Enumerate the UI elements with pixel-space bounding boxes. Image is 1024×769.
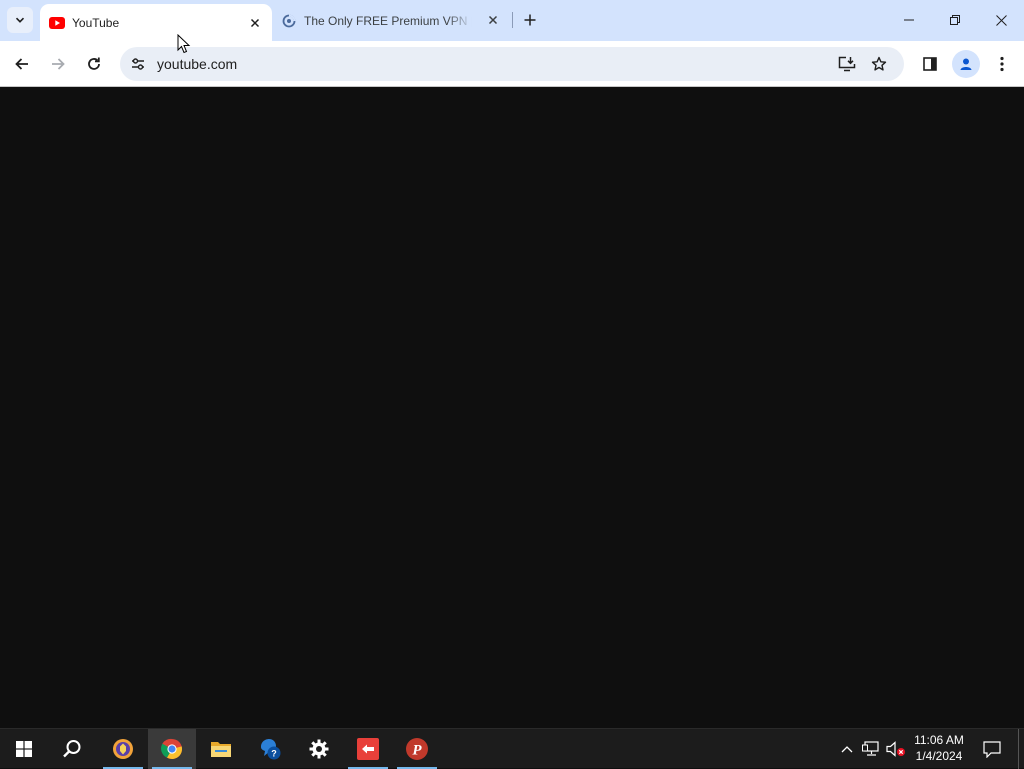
file-explorer-icon <box>211 742 231 757</box>
tab-psiphon[interactable]: The Only FREE Premium VPN | Psiphon <box>272 0 512 41</box>
address-bar[interactable]: youtube.com <box>120 47 904 81</box>
close-window-button[interactable] <box>978 0 1024 40</box>
restore-icon <box>950 15 960 25</box>
svg-text:?: ? <box>271 749 277 759</box>
close-icon <box>250 18 260 27</box>
taskbar-file-explorer[interactable] <box>197 729 245 769</box>
chevron-up-icon <box>841 746 853 753</box>
bookmark-button[interactable] <box>867 52 891 76</box>
svg-text:P: P <box>412 743 422 759</box>
star-icon <box>871 56 887 71</box>
taskbar-psiphon[interactable]: P <box>393 729 441 769</box>
network-icon <box>862 741 879 756</box>
install-app-icon <box>838 56 856 72</box>
tab-strip: YouTube The Only FREE Premium VPN | Psip… <box>0 0 1024 41</box>
app-icon <box>357 738 379 760</box>
minimize-icon <box>904 19 914 21</box>
search-icon <box>63 740 81 758</box>
tab-search-button[interactable] <box>7 7 33 33</box>
profile-button[interactable] <box>952 50 980 78</box>
back-button[interactable] <box>8 50 36 78</box>
network-button[interactable] <box>860 729 882 769</box>
url-text[interactable]: youtube.com <box>157 56 237 72</box>
tune-icon <box>132 58 144 70</box>
psiphon-loading-icon <box>281 13 297 29</box>
vpn-app-icon <box>113 739 133 759</box>
kebab-menu-icon <box>1000 56 1004 72</box>
restore-button[interactable] <box>932 0 978 40</box>
youtube-icon <box>49 15 65 31</box>
taskbar-app[interactable] <box>344 729 392 769</box>
browser-toolbar: youtube.com <box>0 41 1024 87</box>
chrome-icon <box>161 738 183 760</box>
page-viewport[interactable] <box>0 88 1024 728</box>
volume-button[interactable] <box>884 729 908 769</box>
site-info-button[interactable] <box>126 52 150 76</box>
mouse-cursor-icon <box>177 34 191 54</box>
taskbar-chrome[interactable] <box>148 729 196 769</box>
tab-title: YouTube <box>72 15 120 30</box>
clock-date: 1/4/2024 <box>915 749 963 763</box>
plus-icon <box>524 14 536 26</box>
show-desktop-button[interactable] <box>1018 729 1019 769</box>
minimize-button[interactable] <box>886 0 932 40</box>
taskbar: ? P 11:06 AM 1/4/2024 <box>0 728 1024 769</box>
menu-button[interactable] <box>988 50 1016 78</box>
psiphon-icon: P <box>406 738 428 760</box>
settings-icon <box>309 739 329 759</box>
taskbar-settings[interactable] <box>295 729 343 769</box>
start-button[interactable] <box>0 729 48 769</box>
taskbar-search-button[interactable] <box>48 729 96 769</box>
show-hidden-icons-button[interactable] <box>836 729 858 769</box>
chevron-down-icon <box>15 17 25 23</box>
install-app-button[interactable] <box>835 52 859 76</box>
taskbar-clock[interactable]: 11:06 AM 1/4/2024 <box>910 732 968 766</box>
action-center-button[interactable] <box>978 729 1006 769</box>
side-panel-icon <box>923 57 937 71</box>
tab-youtube[interactable]: YouTube <box>40 4 272 41</box>
forward-button[interactable] <box>44 50 72 78</box>
close-tab-button[interactable] <box>246 14 264 32</box>
tab-separator <box>512 12 513 28</box>
profile-icon <box>960 58 972 70</box>
close-icon <box>488 15 498 25</box>
arrow-left-icon <box>15 58 28 70</box>
tab-title: The Only FREE Premium VPN | Psiphon <box>304 13 472 28</box>
notification-icon <box>983 740 1001 758</box>
close-icon <box>995 14 1007 26</box>
close-tab-button[interactable] <box>484 11 502 29</box>
taskbar-help[interactable]: ? <box>246 729 294 769</box>
taskbar-vpn-app[interactable] <box>99 729 147 769</box>
side-panel-button[interactable] <box>916 50 944 78</box>
start-icon <box>16 741 32 757</box>
reload-icon <box>88 57 100 70</box>
arrow-right-icon <box>52 58 65 70</box>
clock-time: 11:06 AM <box>914 733 964 747</box>
reload-button[interactable] <box>80 50 108 78</box>
new-tab-button[interactable] <box>519 9 541 31</box>
volume-muted-icon <box>886 741 905 757</box>
help-icon: ? <box>261 739 281 760</box>
